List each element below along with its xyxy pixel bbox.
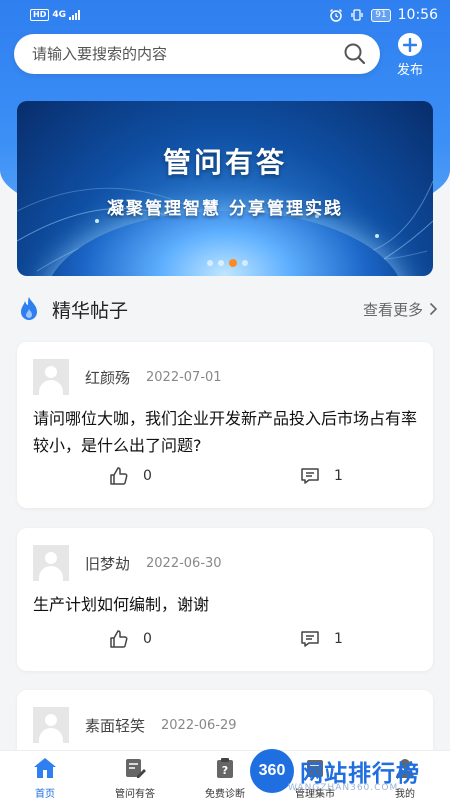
see-more-link[interactable]: 查看更多 <box>363 299 438 320</box>
comment-count: 1 <box>334 631 343 647</box>
see-more-label: 查看更多 <box>362 300 423 319</box>
post-date: 2022-06-29 <box>161 717 237 733</box>
carousel-dot[interactable] <box>229 259 237 267</box>
post-header: 素面轻笑 2022-06-29 <box>33 707 237 743</box>
alarm-icon <box>330 9 343 22</box>
tab-label: 管问有答 <box>115 789 155 800</box>
hd-badge: HD <box>30 9 50 21</box>
post-card[interactable]: 旧梦劫 2022-06-30 生产计划如何编制，谢谢 0 1 <box>17 528 433 671</box>
section-title-group: 精华帖子 <box>18 296 128 323</box>
clock: 10:56 <box>397 7 438 23</box>
post-author[interactable]: 旧梦劫 <box>85 553 130 574</box>
avatar[interactable] <box>33 545 69 581</box>
question-clipboard-icon: ? <box>213 756 237 779</box>
search-input[interactable] <box>32 45 342 63</box>
signal-icon <box>69 10 80 20</box>
post-header: 红颜殇 2022-07-01 <box>33 359 222 395</box>
status-right: 91 10:56 <box>329 7 438 23</box>
edit-doc-icon <box>123 756 147 779</box>
comment-icon <box>301 631 319 647</box>
search-icon[interactable] <box>342 41 368 67</box>
publish-label: 发布 <box>396 63 423 78</box>
comment-icon <box>301 468 319 484</box>
avatar[interactable] <box>33 707 69 743</box>
search-bar[interactable] <box>14 34 380 74</box>
post-card[interactable]: 红颜殇 2022-07-01 请问哪位大咖，我们企业开发新产品投入后市场占有率较… <box>17 342 433 508</box>
avatar[interactable] <box>33 359 69 395</box>
chevron-right-icon <box>429 302 438 316</box>
thumbs-up-icon <box>110 467 128 485</box>
post-author[interactable]: 素面轻笑 <box>85 715 145 736</box>
carousel-dot[interactable] <box>242 260 248 266</box>
carousel-dot[interactable] <box>218 260 224 266</box>
tab-home[interactable]: 首页 <box>0 751 90 800</box>
network-label: 4G <box>52 10 66 20</box>
post-content[interactable]: 生产计划如何编制，谢谢 <box>33 591 425 618</box>
flame-icon <box>21 297 37 320</box>
tab-label: 首页 <box>35 789 55 800</box>
post-date: 2022-06-30 <box>146 555 222 571</box>
post-actions: 0 1 <box>17 629 433 653</box>
post-content[interactable]: 请问哪位大咖，我们企业开发新产品投入后市场占有率较小，是什么出了问题? <box>33 405 425 459</box>
user-icon <box>393 756 417 779</box>
status-left: HD 4G <box>30 9 80 21</box>
post-author[interactable]: 红颜殇 <box>85 367 130 388</box>
watermark-subtext: WANGZHAN360.COM <box>288 783 399 793</box>
publish-button[interactable]: 发布 <box>390 30 430 78</box>
carousel-indicator <box>207 259 248 267</box>
section-title: 精华帖子 <box>52 299 129 322</box>
banner-title: 管问有答 <box>162 146 287 179</box>
featured-posts-header: 精华帖子 查看更多 <box>18 292 438 326</box>
status-bar: HD 4G 91 10:56 <box>0 0 450 30</box>
like-count: 0 <box>143 631 152 647</box>
comment-button[interactable]: 1 <box>300 629 343 649</box>
comment-count: 1 <box>334 468 343 484</box>
plus-icon <box>398 33 422 56</box>
post-date: 2022-07-01 <box>146 369 222 385</box>
battery-indicator: 91 <box>371 8 391 22</box>
tab-label: 免费诊断 <box>205 789 245 800</box>
like-count: 0 <box>143 468 152 484</box>
banner-carousel[interactable]: 管问有答 凝聚管理智慧 分享管理实践 <box>17 101 433 276</box>
home-icon <box>33 756 57 779</box>
thumbs-up-icon <box>110 630 128 648</box>
like-button[interactable]: 0 <box>109 466 152 486</box>
like-button[interactable]: 0 <box>109 629 152 649</box>
banner-subtitle: 凝聚管理智慧 分享管理实践 <box>107 199 343 219</box>
comment-button[interactable]: 1 <box>300 466 343 486</box>
svg-text:?: ? <box>222 764 228 777</box>
post-actions: 0 1 <box>17 466 433 490</box>
carousel-dot[interactable] <box>207 260 213 266</box>
post-header: 旧梦劫 2022-06-30 <box>33 545 222 581</box>
tab-diagnosis[interactable]: ? 免费诊断 <box>180 751 270 800</box>
tab-qa[interactable]: 管问有答 <box>90 751 180 800</box>
vibrate-icon <box>351 9 363 21</box>
market-icon <box>303 756 327 779</box>
